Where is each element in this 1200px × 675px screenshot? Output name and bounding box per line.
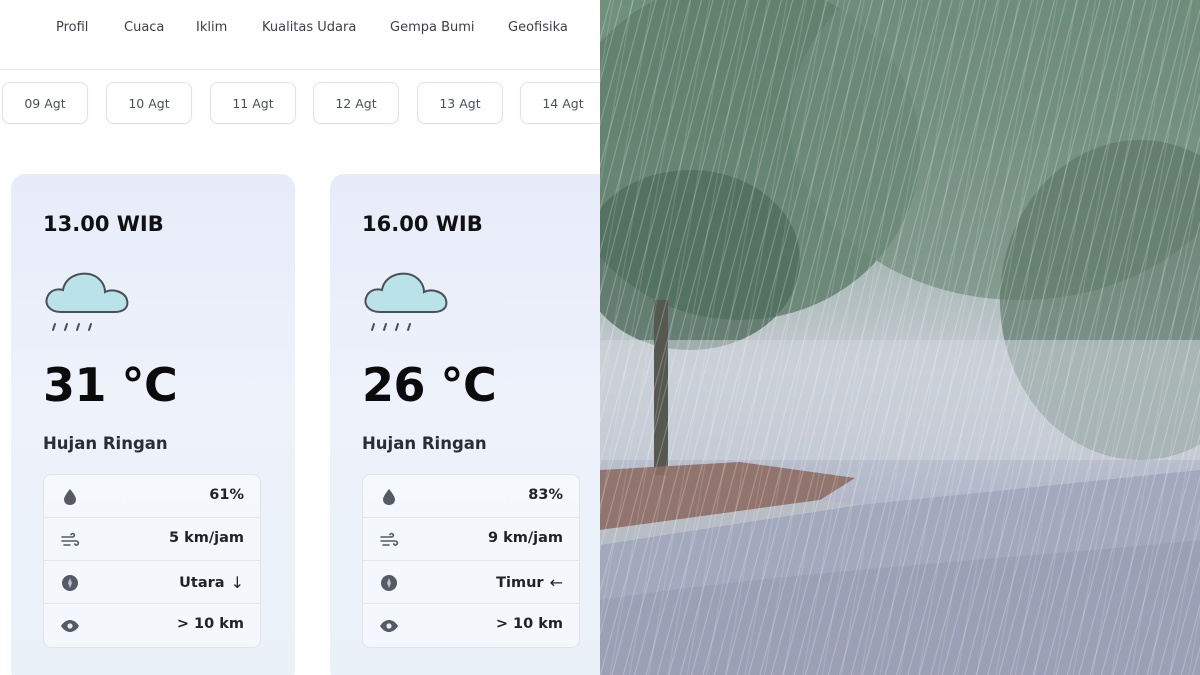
water-drop-icon bbox=[379, 487, 399, 507]
nav-item-cuaca[interactable]: Cuaca bbox=[124, 20, 164, 35]
wind-direction-label: Timur bbox=[496, 574, 544, 591]
nav-item-profil[interactable]: Profil bbox=[56, 20, 88, 35]
visibility-row: > 10 km bbox=[363, 604, 579, 647]
date-tab[interactable]: 14 Agt bbox=[520, 82, 600, 124]
wind-direction-value: Utara ↓ bbox=[179, 573, 244, 592]
date-tab[interactable]: 13 Agt bbox=[417, 82, 503, 124]
rain-photo bbox=[600, 0, 1200, 675]
temperature: 31 °C bbox=[43, 358, 178, 412]
visibility-value: > 10 km bbox=[495, 616, 563, 632]
wind-icon bbox=[379, 530, 399, 550]
wind-speed-value: 5 km/jam bbox=[168, 530, 244, 546]
humidity-row: 61% bbox=[44, 475, 260, 518]
date-selector: 09 Agt 10 Agt 11 Agt 12 Agt 13 Agt 14 Ag… bbox=[0, 82, 600, 126]
forecast-time: 16.00 WIB bbox=[362, 212, 483, 236]
wind-speed-row: 9 km/jam bbox=[363, 518, 579, 561]
compass-icon bbox=[379, 573, 399, 593]
temperature: 26 °C bbox=[362, 358, 497, 412]
weather-condition: Hujan Ringan bbox=[362, 434, 487, 453]
wind-speed-row: 5 km/jam bbox=[44, 518, 260, 561]
wind-icon bbox=[60, 530, 80, 550]
forecast-time: 13.00 WIB bbox=[43, 212, 164, 236]
forecast-card: 16.00 WIB 26 °C Hujan Ringan 83% 9 km/ja… bbox=[330, 174, 600, 675]
date-tab[interactable]: 09 Agt bbox=[2, 82, 88, 124]
nav-item-gempa-bumi[interactable]: Gempa Bumi bbox=[390, 20, 475, 35]
date-tab[interactable]: 12 Agt bbox=[313, 82, 399, 124]
cloud-rain-icon bbox=[364, 272, 448, 331]
forecast-card: 13.00 WIB 31 °C Hujan Ringan 61% 5 km/ja… bbox=[11, 174, 295, 675]
nav-item-kualitas-udara[interactable]: Kualitas Udara bbox=[262, 20, 356, 35]
wind-speed-value: 9 km/jam bbox=[487, 530, 563, 546]
weather-details: 83% 9 km/jam Timur ← > 10 km bbox=[362, 474, 580, 648]
humidity-value: 61% bbox=[209, 487, 244, 503]
date-tab[interactable]: 11 Agt bbox=[210, 82, 296, 124]
humidity-value: 83% bbox=[528, 487, 563, 503]
humidity-row: 83% bbox=[363, 475, 579, 518]
rain-streaks bbox=[600, 0, 1200, 675]
water-drop-icon bbox=[60, 487, 80, 507]
wind-direction-value: Timur ← bbox=[496, 573, 563, 592]
nav-item-geofisika[interactable]: Geofisika bbox=[508, 20, 568, 35]
wind-direction-row: Timur ← bbox=[363, 561, 579, 604]
wind-direction-label: Utara bbox=[179, 574, 225, 591]
weather-details: 61% 5 km/jam Utara ↓ > 10 km bbox=[43, 474, 261, 648]
wind-direction-row: Utara ↓ bbox=[44, 561, 260, 604]
arrow-down-icon: ↓ bbox=[230, 573, 244, 592]
eye-icon bbox=[379, 616, 399, 636]
arrow-left-icon: ← bbox=[549, 573, 563, 592]
weather-forecast-panel: Profil Cuaca Iklim Kualitas Udara Gempa … bbox=[0, 0, 600, 675]
weather-condition: Hujan Ringan bbox=[43, 434, 168, 453]
visibility-row: > 10 km bbox=[44, 604, 260, 647]
compass-icon bbox=[60, 573, 80, 593]
visibility-value: > 10 km bbox=[176, 616, 244, 632]
cloud-rain-icon bbox=[45, 272, 129, 331]
top-navigation: Profil Cuaca Iklim Kualitas Udara Gempa … bbox=[0, 0, 600, 70]
nav-item-iklim[interactable]: Iklim bbox=[196, 20, 227, 35]
eye-icon bbox=[60, 616, 80, 636]
date-tab[interactable]: 10 Agt bbox=[106, 82, 192, 124]
